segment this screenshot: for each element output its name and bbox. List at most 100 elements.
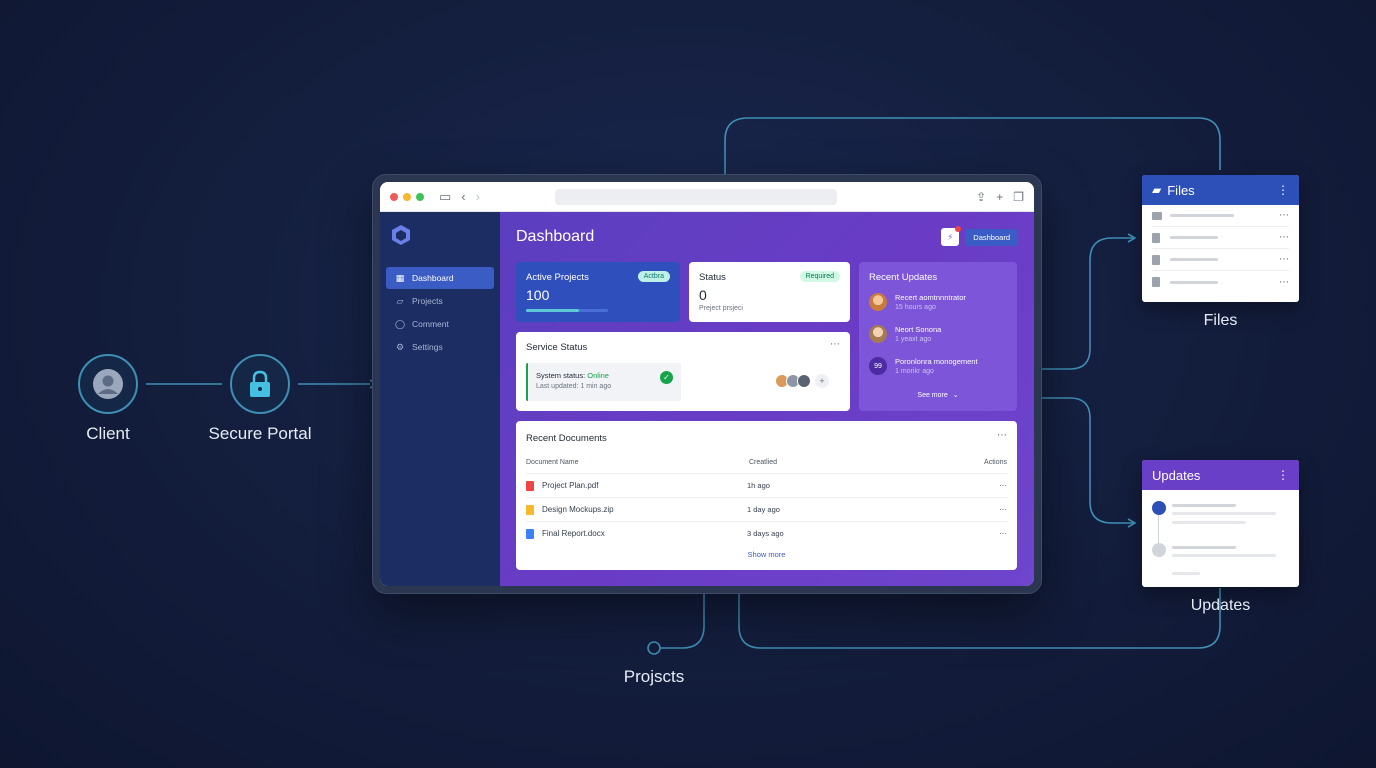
more-icon[interactable]: ⋯ bbox=[997, 430, 1007, 441]
avatar-group: + bbox=[775, 374, 829, 388]
sidebar-item-dashboard[interactable]: ▦ Dashboard bbox=[386, 267, 494, 289]
list-item[interactable]: ⋯ bbox=[1152, 249, 1289, 271]
update-item[interactable]: Neort Sonona 1 yeaxt ago bbox=[869, 325, 941, 343]
card-title: Recent Documents bbox=[526, 433, 607, 444]
status-subtitle: Preject prsjeci bbox=[699, 305, 743, 312]
table-row[interactable]: Final Report.docx 3 days ago ⋯ bbox=[526, 521, 1007, 545]
sidebar-toggle-icon[interactable]: ▭ bbox=[439, 189, 451, 205]
sidebar-item-comment[interactable]: ◯ Comment bbox=[386, 313, 494, 335]
sidebar-item-label: Dashboard bbox=[412, 273, 454, 283]
add-member-icon[interactable]: + bbox=[815, 374, 829, 388]
tabs-icon[interactable]: ❐ bbox=[1013, 190, 1024, 204]
avatar: 99 bbox=[869, 357, 887, 375]
update-time: 15 hours ago bbox=[895, 304, 936, 311]
more-icon[interactable]: ⋯ bbox=[1279, 210, 1289, 221]
maximize-dot[interactable] bbox=[416, 192, 424, 201]
more-icon[interactable]: ⋯ bbox=[1279, 277, 1289, 288]
file-icon bbox=[1152, 277, 1160, 287]
app: ▦ Dashboard ▱ Projects ◯ Comment ⚙ Setti… bbox=[380, 212, 1034, 586]
column-header: Document Name bbox=[526, 459, 579, 466]
avatar bbox=[797, 374, 811, 388]
row-actions-icon[interactable]: ⋯ bbox=[999, 481, 1007, 490]
table-row[interactable]: Design Mockups.zip 1 day ago ⋯ bbox=[526, 497, 1007, 521]
forward-icon[interactable]: › bbox=[476, 189, 480, 204]
more-vertical-icon[interactable]: ⋮ bbox=[1277, 468, 1289, 482]
sidebar-item-settings[interactable]: ⚙ Settings bbox=[386, 336, 494, 358]
chevron-down-icon: ⌄ bbox=[952, 392, 959, 399]
update-time: 1 morikr ago bbox=[895, 368, 934, 375]
close-dot[interactable] bbox=[390, 192, 398, 201]
see-more-link[interactable]: See more ⌄ bbox=[859, 391, 1017, 399]
update-item[interactable]: 99 Poronlonra monogement 1 morikr ago bbox=[869, 357, 978, 375]
list-item[interactable]: ⋯ bbox=[1152, 271, 1289, 293]
progress-fill bbox=[526, 309, 580, 312]
active-projects-card[interactable]: Active Projects Actbra 100 bbox=[516, 262, 680, 322]
file-icon bbox=[1152, 254, 1160, 265]
show-more-link[interactable]: Show more bbox=[516, 550, 1017, 559]
timeline-dot-active bbox=[1152, 501, 1166, 515]
files-label: Files bbox=[1203, 312, 1238, 329]
more-vertical-icon[interactable]: ⋮ bbox=[1277, 183, 1289, 197]
browser-toolbar: ▭ ‹ › ⇪ + ❐ bbox=[380, 182, 1034, 212]
status-prefix: System status: bbox=[536, 371, 586, 380]
document-name: Design Mockups.zip bbox=[542, 505, 614, 514]
updates-panel-title: Updates bbox=[1152, 467, 1201, 483]
table-row[interactable]: Project Plan.pdf 1h ago ⋯ bbox=[526, 473, 1007, 497]
comment-icon: ◯ bbox=[394, 318, 406, 329]
status-value: 0 bbox=[699, 287, 707, 303]
card-title: Status bbox=[699, 272, 726, 283]
status-badge: Actbra bbox=[637, 271, 670, 282]
avatar bbox=[869, 325, 887, 343]
new-tab-icon[interactable]: + bbox=[996, 190, 1003, 204]
projects-label: Projscts bbox=[623, 667, 685, 686]
document-created: 1 day ago bbox=[747, 505, 780, 514]
page-title: Dashboard bbox=[516, 228, 595, 245]
column-header: Creatlied bbox=[749, 459, 778, 466]
card-title: Service Status bbox=[526, 342, 588, 353]
sidebar-item-label: Comment bbox=[412, 319, 449, 329]
files-panel-header: ▰ Files ⋮ bbox=[1142, 175, 1299, 205]
status-card[interactable]: Status Required 0 Preject prsjeci bbox=[689, 262, 850, 322]
timeline-dot bbox=[1152, 543, 1166, 557]
client-label: Client bbox=[86, 424, 130, 443]
updates-panel-header: Updates ⋮ bbox=[1142, 460, 1299, 490]
back-icon[interactable]: ‹ bbox=[461, 189, 465, 204]
pdf-file-icon bbox=[526, 480, 534, 491]
system-status-box: System status: Online Last updated: 1 mi… bbox=[526, 363, 681, 401]
files-panel-title: Files bbox=[1167, 182, 1195, 198]
updates-label: Updates bbox=[1190, 597, 1251, 614]
more-icon[interactable]: ⋯ bbox=[1279, 254, 1289, 265]
folder-icon: ▱ bbox=[396, 295, 404, 306]
check-icon: ✓ bbox=[660, 371, 673, 384]
document-created: 3 days ago bbox=[747, 529, 784, 538]
sidebar-item-projects[interactable]: ▱ Projects bbox=[386, 290, 494, 312]
recent-documents-card: Recent Documents ⋯ Document Name Creatli… bbox=[516, 421, 1017, 570]
doc-file-icon bbox=[526, 528, 534, 539]
update-item[interactable]: Recert aomtnnntrator 15 hours ago bbox=[869, 293, 966, 311]
status-online: Online bbox=[587, 371, 609, 380]
update-title: Recert aomtnnntrator bbox=[895, 293, 966, 302]
list-item[interactable]: ⋯ bbox=[1152, 227, 1289, 249]
more-icon[interactable]: ⋯ bbox=[1279, 232, 1289, 243]
address-bar[interactable] bbox=[554, 188, 837, 205]
row-actions-icon[interactable]: ⋯ bbox=[999, 529, 1007, 538]
gear-icon: ⚙ bbox=[395, 341, 405, 352]
folder-icon: ▰ bbox=[1152, 183, 1162, 197]
list-item[interactable]: ⋯ bbox=[1152, 205, 1289, 227]
more-icon[interactable]: ⋯ bbox=[830, 339, 840, 350]
service-status-card: Service Status ⋯ System status: Online L… bbox=[516, 332, 850, 411]
share-icon[interactable]: ⇪ bbox=[976, 190, 986, 204]
sidebar-item-label: Settings bbox=[412, 342, 443, 352]
portal-label: Secure Portal bbox=[208, 424, 312, 443]
minimize-dot[interactable] bbox=[403, 192, 411, 201]
notification-icon[interactable]: ⚡ bbox=[941, 226, 962, 246]
folder-icon bbox=[1152, 211, 1162, 220]
dashboard-button[interactable]: Dashboard bbox=[965, 228, 1018, 246]
update-title: Neort Sonona bbox=[895, 325, 942, 334]
document-name: Project Plan.pdf bbox=[542, 481, 599, 490]
document-name: Final Report.docx bbox=[542, 529, 605, 538]
row-actions-icon[interactable]: ⋯ bbox=[999, 505, 1007, 514]
last-updated: Last updated: 1 min ago bbox=[536, 383, 612, 390]
progress-bar bbox=[526, 309, 608, 312]
lock-icon bbox=[250, 370, 270, 397]
